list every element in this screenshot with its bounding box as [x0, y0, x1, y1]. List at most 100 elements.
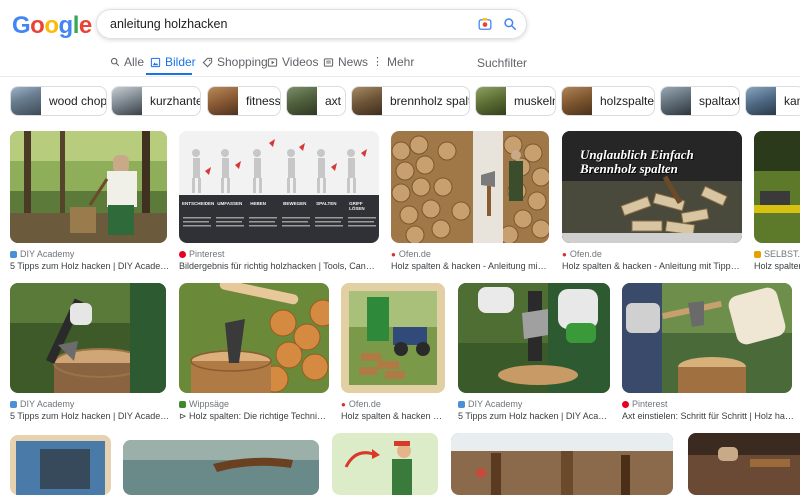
technique-illustration [179, 131, 379, 243]
chip-muskeln[interactable]: muskeln [475, 86, 556, 116]
result-image-log-splitter[interactable] [341, 283, 445, 393]
chip-label: fitness [246, 94, 281, 108]
result-title[interactable]: Axt einstielen: Schritt für Schritt | Ho… [622, 411, 794, 421]
result-source[interactable]: Pinterest [622, 399, 668, 409]
result-image-firewood-axe[interactable] [391, 131, 549, 243]
news-icon [323, 57, 334, 67]
result-image-splitter[interactable] [754, 131, 800, 243]
row3-photo [688, 433, 800, 495]
pinterest-icon [179, 250, 186, 258]
result-source[interactable]: DIY Academy [10, 249, 74, 259]
chip-label: brennholz spalten [390, 94, 469, 108]
result-image-axe-stump[interactable] [10, 283, 166, 393]
result-title[interactable]: ⊳ Holz spalten: Die richtige Technik. So… [179, 411, 329, 422]
result-image-gloved-axe[interactable] [458, 283, 610, 393]
chip-axt[interactable]: axt [286, 86, 346, 116]
search-icon[interactable] [503, 17, 517, 31]
firewood-photo [391, 131, 549, 243]
camera-search-icon[interactable] [478, 17, 492, 31]
image-icon [150, 57, 161, 67]
wippsaege-icon [179, 400, 186, 408]
tab-label: Mehr [387, 55, 415, 69]
axe-install-photo [622, 283, 792, 393]
tab-alle[interactable]: Alle [110, 55, 144, 69]
tab-videos[interactable]: Videos [267, 55, 318, 69]
result-title[interactable]: Holz spalten & hacken - Anleitung mit Ti… [562, 261, 742, 271]
poster-step: GRIFF LÖSEN [349, 201, 365, 211]
chip-thumbnail [208, 87, 238, 115]
poster-step: ENTSCHEIDEN [182, 201, 215, 206]
poster-step: HEBEN [250, 201, 266, 206]
source-label: DIY Academy [20, 249, 75, 259]
chip-brennholz-spalten[interactable]: brennholz spalten [351, 86, 470, 116]
result-source[interactable]: SELBST.de [754, 249, 800, 259]
result-image-forest-chopping[interactable] [10, 131, 167, 243]
result-source[interactable]: ● Ofen.de [562, 249, 602, 259]
chip-thumbnail [476, 87, 506, 115]
source-label: Wippsäge [189, 399, 230, 409]
result-title[interactable]: Bildergebnis für richtig holzhacken | To… [179, 261, 379, 271]
tab-label: Shopping [217, 55, 268, 69]
tab-label: Videos [282, 55, 319, 69]
chip-thumbnail [287, 87, 317, 115]
row3-photo [451, 433, 673, 495]
tag-icon [202, 57, 213, 67]
result-source[interactable]: DIY Academy [10, 399, 74, 409]
logo-letter: o [30, 12, 45, 39]
active-tab-indicator [146, 73, 192, 75]
chip-label: wood chops [49, 94, 107, 108]
result-image-brennholz-banner[interactable]: Unglaublich Einfach Brennholz spalten [562, 131, 742, 243]
tab-shopping[interactable]: Shopping [202, 55, 268, 69]
search-filter-button[interactable]: Suchfilter [477, 56, 527, 70]
splitter-photo [754, 131, 800, 243]
result-image-technique-poster[interactable]: ENTSCHEIDEN UMFASSEN HEBEN BEWEGEN SPALT… [179, 131, 379, 243]
chip-kami[interactable]: kami [745, 86, 800, 116]
chip-kurzhantel[interactable]: kurzhantel [111, 86, 201, 116]
result-image-row3-2[interactable] [123, 440, 319, 495]
result-title[interactable]: 5 Tipps zum Holz hacken | DIY Academy [458, 411, 610, 421]
axe-log-photo [179, 283, 329, 393]
source-label: Pinterest [632, 399, 668, 409]
result-title[interactable]: Holz spalten & hacken - An... [341, 411, 445, 421]
chip-spaltaxt[interactable]: spaltaxt [660, 86, 740, 116]
row3-photo [123, 440, 319, 495]
selbst-icon [754, 250, 761, 258]
chip-wood-chops[interactable]: wood chops [10, 86, 107, 116]
search-input[interactable]: anleitung holzhacken [110, 17, 227, 31]
chip-fitness[interactable]: fitness [207, 86, 281, 116]
poster-step-labels: ENTSCHEIDEN UMFASSEN HEBEN BEWEGEN SPALT… [179, 201, 379, 211]
result-title[interactable]: 5 Tipps zum Holz hacken | DIY Academy [10, 411, 170, 421]
result-title[interactable]: 5 Tipps zum Holz hacken | DIY Academy [10, 261, 170, 271]
forest-photo [10, 131, 167, 243]
result-title[interactable]: Holz spalten [754, 261, 800, 271]
result-image-axe-install[interactable] [622, 283, 792, 393]
search-icon [110, 57, 120, 67]
source-label: Pinterest [189, 249, 225, 259]
result-source[interactable]: ● Ofen.de [341, 399, 381, 409]
log-splitter-photo [341, 283, 445, 393]
source-label: Ofen.de [348, 399, 381, 409]
banner-text: Unglaublich Einfach Brennholz spalten [580, 148, 740, 176]
result-image-row3-3[interactable] [332, 433, 438, 495]
google-logo[interactable]: Google [12, 12, 92, 40]
result-image-row3-1[interactable] [10, 435, 111, 495]
result-image-axe-log[interactable] [179, 283, 329, 393]
chip-label: kurzhantel [150, 94, 201, 108]
result-title[interactable]: Holz spalten & hacken - Anleitung mit Ti… [391, 261, 549, 271]
result-image-row3-4[interactable] [451, 433, 673, 495]
tab-mehr[interactable]: ⋮ Mehr [372, 55, 414, 69]
poster-step: BEWEGEN [283, 201, 307, 206]
row3-photo [10, 435, 111, 495]
result-source[interactable]: Pinterest [179, 249, 225, 259]
chip-holzspalten[interactable]: holzspalten [561, 86, 655, 116]
tab-news[interactable]: News [323, 55, 368, 69]
result-source[interactable]: ● Ofen.de [391, 249, 431, 259]
flame-icon: ● [391, 249, 396, 259]
logo-letter: g [58, 12, 74, 39]
result-source[interactable]: DIY Academy [458, 399, 522, 409]
result-image-row3-5[interactable] [688, 433, 800, 495]
tab-bilder[interactable]: Bilder [150, 55, 196, 69]
chip-label: holzspalten [600, 94, 655, 108]
chip-thumbnail [562, 87, 592, 115]
result-source[interactable]: Wippsäge [179, 399, 229, 409]
